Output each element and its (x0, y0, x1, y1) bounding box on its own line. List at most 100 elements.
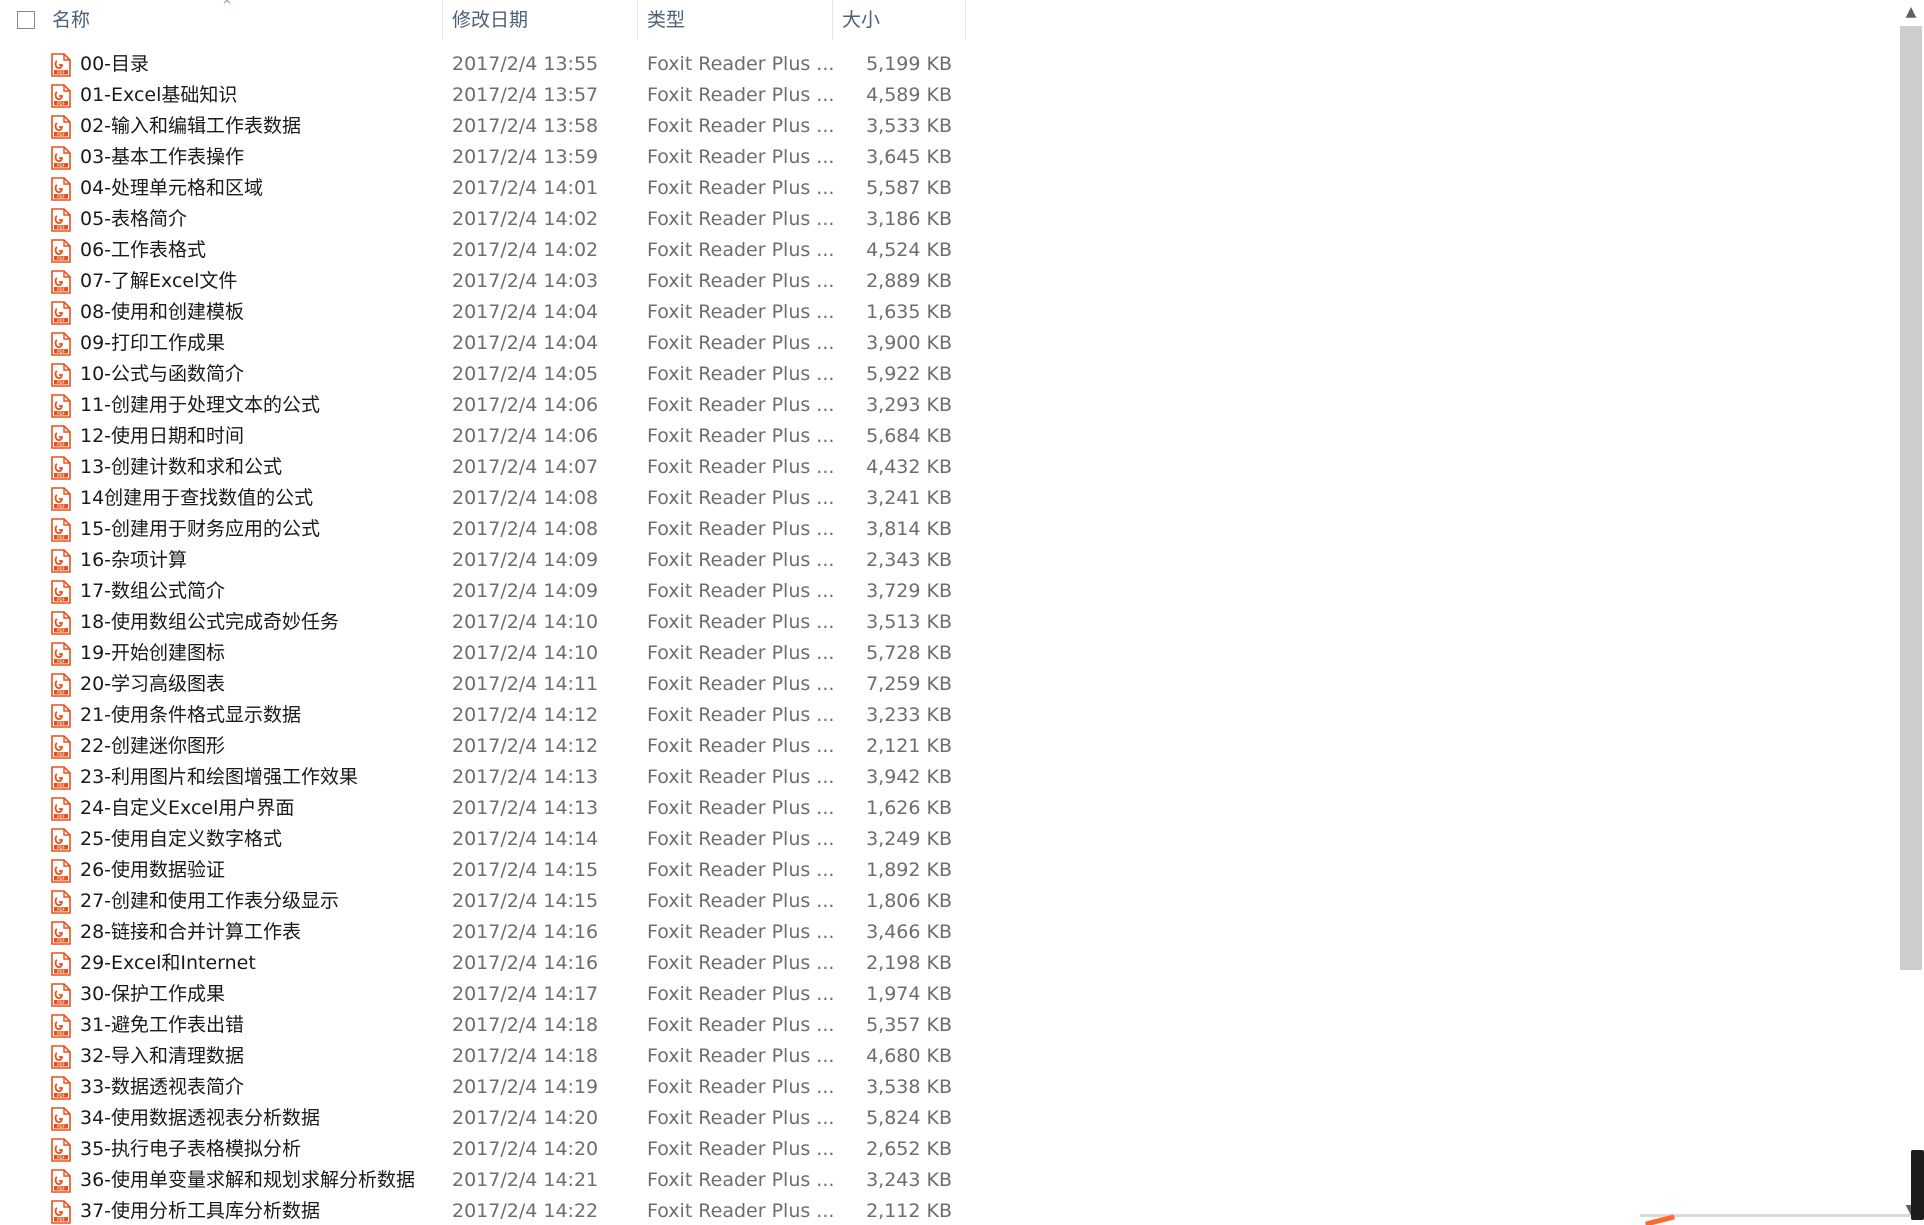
file-row[interactable]: PDF 04-处理单元格和区域 2017/2/4 14:01 Foxit Rea… (0, 173, 966, 204)
chevron-up-icon[interactable]: ▲ (1898, 0, 1924, 24)
pdf-file-icon: PDF (51, 1076, 71, 1100)
file-date-modified: 2017/2/4 14:12 (452, 735, 599, 757)
file-date-modified: 2017/2/4 14:02 (452, 239, 599, 261)
file-row[interactable]: PDF 25-使用自定义数字格式 2017/2/4 14:14 Foxit Re… (0, 824, 966, 855)
file-type: Foxit Reader Plus ... (647, 239, 835, 261)
file-type: Foxit Reader Plus ... (647, 673, 835, 695)
file-row[interactable]: PDF 03-基本工作表操作 2017/2/4 13:59 Foxit Read… (0, 142, 966, 173)
file-row[interactable]: PDF 17-数组公式简介 2017/2/4 14:09 Foxit Reade… (0, 576, 966, 607)
file-name: 17-数组公式简介 (80, 580, 226, 602)
file-row[interactable]: PDF 21-使用条件格式显示数据 2017/2/4 14:12 Foxit R… (0, 700, 966, 731)
svg-text:PDF: PDF (57, 1093, 65, 1098)
file-row[interactable]: PDF 31-避免工作表出错 2017/2/4 14:18 Foxit Read… (0, 1010, 966, 1041)
file-row[interactable]: PDF 19-开始创建图标 2017/2/4 14:10 Foxit Reade… (0, 638, 966, 669)
pdf-file-icon: PDF (51, 611, 71, 635)
file-size: 5,684 KB (866, 425, 952, 447)
file-size: 2,343 KB (866, 549, 952, 571)
file-row[interactable]: PDF 16-杂项计算 2017/2/4 14:09 Foxit Reader … (0, 545, 966, 576)
file-row[interactable]: PDF 11-创建用于处理文本的公式 2017/2/4 14:06 Foxit … (0, 390, 966, 421)
file-name: 28-链接和合并计算工作表 (80, 921, 302, 943)
pdf-file-icon: PDF (51, 115, 71, 139)
file-row[interactable]: PDF 35-执行电子表格模拟分析 2017/2/4 14:20 Foxit R… (0, 1134, 966, 1165)
pdf-file-icon: PDF (51, 487, 71, 511)
file-date-modified: 2017/2/4 14:08 (452, 487, 599, 509)
file-name: 34-使用数据透视表分析数据 (80, 1107, 321, 1129)
file-size: 4,680 KB (866, 1045, 952, 1067)
file-row[interactable]: PDF 32-导入和清理数据 2017/2/4 14:18 Foxit Read… (0, 1041, 966, 1072)
scrollbar-thumb[interactable] (1900, 26, 1922, 970)
file-row[interactable]: PDF 15-创建用于财务应用的公式 2017/2/4 14:08 Foxit … (0, 514, 966, 545)
file-size: 3,814 KB (866, 518, 952, 540)
column-header-type[interactable]: 类型 (638, 0, 833, 40)
file-size: 3,241 KB (866, 487, 952, 509)
file-row[interactable]: PDF 29-Excel和Internet 2017/2/4 14:16 Fox… (0, 948, 966, 979)
file-row[interactable]: PDF 34-使用数据透视表分析数据 2017/2/4 14:20 Foxit … (0, 1103, 966, 1134)
file-row[interactable]: PDF 36-使用单变量求解和规划求解分析数据 2017/2/4 14:21 F… (0, 1165, 966, 1196)
file-row[interactable]: PDF 06-工作表格式 2017/2/4 14:02 Foxit Reader… (0, 235, 966, 266)
file-row[interactable]: PDF 00-目录 2017/2/4 13:55 Foxit Reader Pl… (0, 49, 966, 80)
file-size: 5,357 KB (866, 1014, 952, 1036)
select-all-checkbox[interactable] (17, 11, 35, 29)
file-name: 06-工作表格式 (80, 239, 207, 261)
pdf-file-icon: PDF (51, 673, 71, 697)
file-date-modified: 2017/2/4 13:59 (452, 146, 599, 168)
column-header-name[interactable]: 名称 (43, 0, 443, 40)
svg-text:PDF: PDF (57, 938, 65, 943)
pdf-file-icon: PDF (51, 425, 71, 449)
file-row[interactable]: PDF 01-Excel基础知识 2017/2/4 13:57 Foxit Re… (0, 80, 966, 111)
file-type: Foxit Reader Plus ... (647, 735, 835, 757)
file-size: 4,432 KB (866, 456, 952, 478)
file-size: 2,198 KB (866, 952, 952, 974)
file-name: 10-公式与函数简介 (80, 363, 245, 385)
file-row[interactable]: PDF 30-保护工作成果 2017/2/4 14:17 Foxit Reade… (0, 979, 966, 1010)
svg-text:PDF: PDF (57, 1155, 65, 1160)
file-date-modified: 2017/2/4 14:06 (452, 394, 599, 416)
pdf-file-icon: PDF (51, 1200, 71, 1224)
file-row[interactable]: PDF 37-使用分析工具库分析数据 2017/2/4 14:22 Foxit … (0, 1196, 966, 1225)
file-size: 4,589 KB (866, 84, 952, 106)
file-row[interactable]: PDF 08-使用和创建模板 2017/2/4 14:04 Foxit Read… (0, 297, 966, 328)
file-size: 2,121 KB (866, 735, 952, 757)
svg-text:PDF: PDF (57, 535, 65, 540)
svg-text:PDF: PDF (57, 1062, 65, 1067)
file-date-modified: 2017/2/4 14:15 (452, 890, 599, 912)
file-row[interactable]: PDF 12-使用日期和时间 2017/2/4 14:06 Foxit Read… (0, 421, 966, 452)
pdf-file-icon: PDF (51, 983, 71, 1007)
file-row[interactable]: PDF 14创建用于查找数值的公式 2017/2/4 14:08 Foxit R… (0, 483, 966, 514)
file-list: PDF 00-目录 2017/2/4 13:55 Foxit Reader Pl… (0, 49, 966, 1225)
file-row[interactable]: PDF 09-打印工作成果 2017/2/4 14:04 Foxit Reade… (0, 328, 966, 359)
file-row[interactable]: PDF 33-数据透视表简介 2017/2/4 14:19 Foxit Read… (0, 1072, 966, 1103)
file-row[interactable]: PDF 23-利用图片和绘图增强工作效果 2017/2/4 14:13 Foxi… (0, 762, 966, 793)
file-row[interactable]: PDF 05-表格简介 2017/2/4 14:02 Foxit Reader … (0, 204, 966, 235)
file-row[interactable]: PDF 20-学习高级图表 2017/2/4 14:11 Foxit Reade… (0, 669, 966, 700)
column-header-size[interactable]: 大小 (833, 0, 966, 40)
column-header-date-modified[interactable]: 修改日期 (443, 0, 638, 40)
svg-text:PDF: PDF (57, 659, 65, 664)
file-type: Foxit Reader Plus ... (647, 487, 835, 509)
file-name: 09-打印工作成果 (80, 332, 226, 354)
file-row[interactable]: PDF 10-公式与函数简介 2017/2/4 14:05 Foxit Read… (0, 359, 966, 390)
file-row[interactable]: PDF 27-创建和使用工作表分级显示 2017/2/4 14:15 Foxit… (0, 886, 966, 917)
file-size: 2,112 KB (866, 1200, 952, 1222)
file-date-modified: 2017/2/4 14:06 (452, 425, 599, 447)
file-row[interactable]: PDF 13-创建计数和求和公式 2017/2/4 14:07 Foxit Re… (0, 452, 966, 483)
file-date-modified: 2017/2/4 14:20 (452, 1138, 599, 1160)
svg-text:PDF: PDF (57, 1124, 65, 1129)
file-date-modified: 2017/2/4 14:10 (452, 642, 599, 664)
file-type: Foxit Reader Plus ... (647, 456, 835, 478)
file-type: Foxit Reader Plus ... (647, 1169, 835, 1191)
file-row[interactable]: PDF 02-输入和编辑工作表数据 2017/2/4 13:58 Foxit R… (0, 111, 966, 142)
file-date-modified: 2017/2/4 14:11 (452, 673, 599, 695)
file-row[interactable]: PDF 28-链接和合并计算工作表 2017/2/4 14:16 Foxit R… (0, 917, 966, 948)
file-name: 31-避免工作表出错 (80, 1014, 245, 1036)
svg-text:PDF: PDF (57, 442, 65, 447)
file-row[interactable]: PDF 22-创建迷你图形 2017/2/4 14:12 Foxit Reade… (0, 731, 966, 762)
file-name: 13-创建计数和求和公式 (80, 456, 283, 478)
svg-text:PDF: PDF (57, 70, 65, 75)
file-row[interactable]: PDF 26-使用数据验证 2017/2/4 14:15 Foxit Reade… (0, 855, 966, 886)
vertical-scrollbar[interactable]: ▲ ▼ (1898, 0, 1924, 1225)
file-row[interactable]: PDF 24-自定义Excel用户界面 2017/2/4 14:13 Foxit… (0, 793, 966, 824)
file-row[interactable]: PDF 18-使用数组公式完成奇妙任务 2017/2/4 14:10 Foxit… (0, 607, 966, 638)
svg-text:PDF: PDF (57, 1217, 65, 1222)
file-row[interactable]: PDF 07-了解Excel文件 2017/2/4 14:03 Foxit Re… (0, 266, 966, 297)
